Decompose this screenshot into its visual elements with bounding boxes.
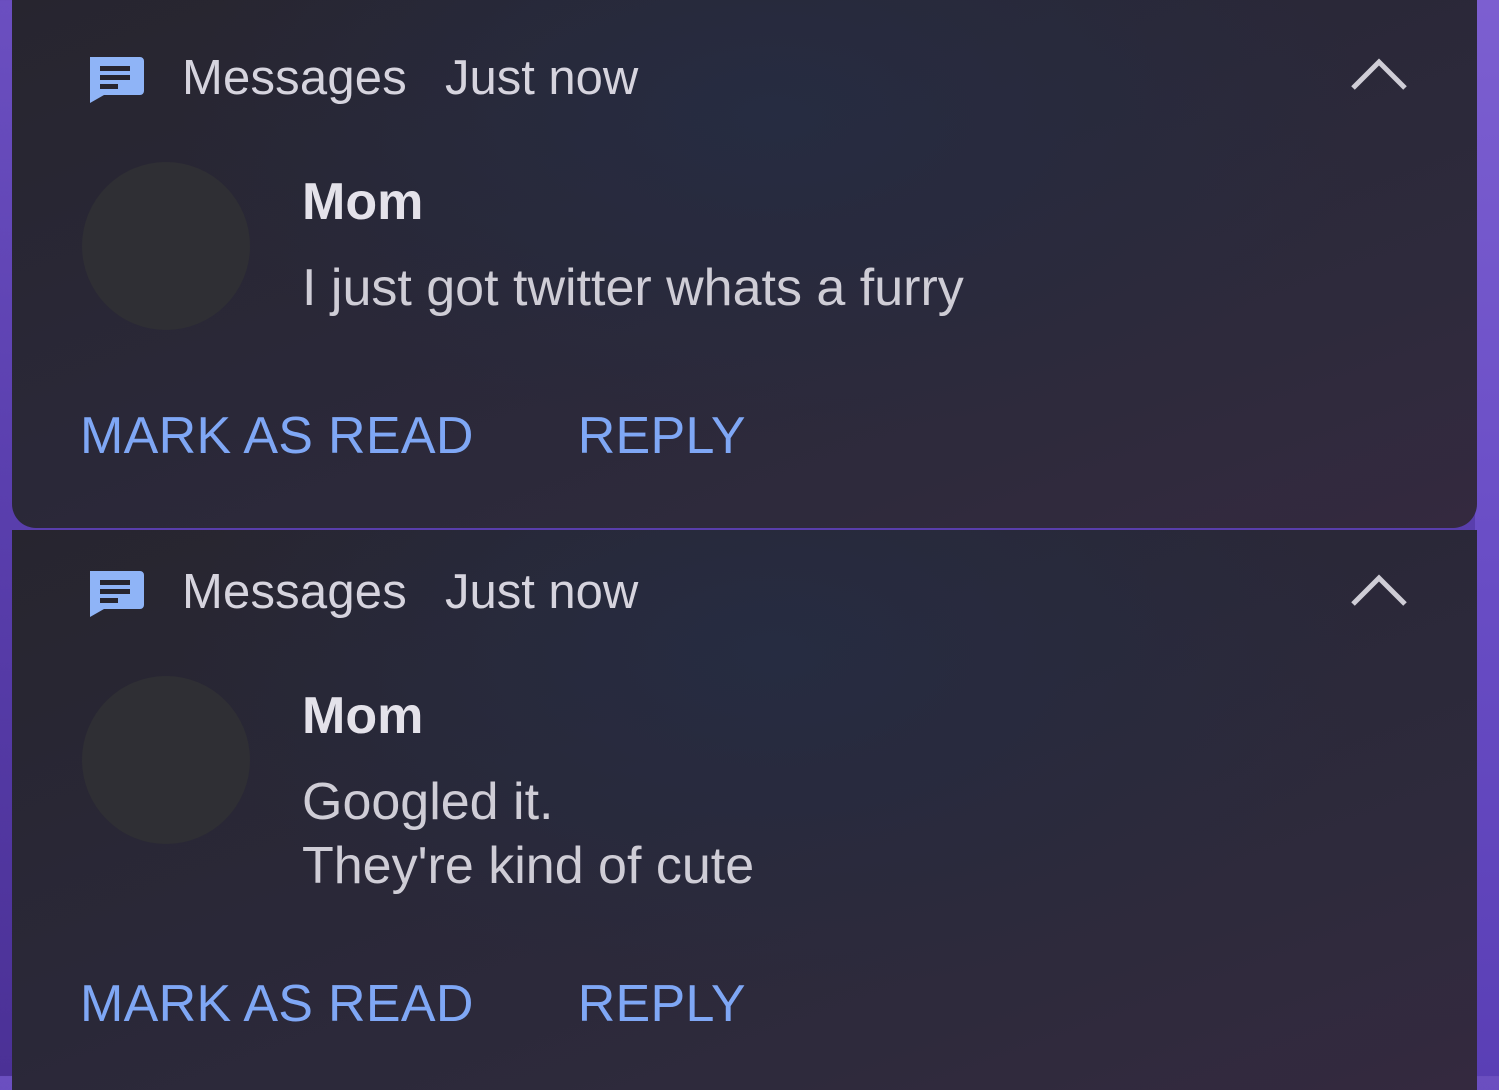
- notification-header: Messages Just now: [84, 564, 638, 620]
- wallpaper: [1475, 0, 1499, 1076]
- notification-actions: MARK AS READ REPLY: [80, 406, 746, 466]
- sender-name: Mom: [302, 687, 424, 745]
- avatar: [82, 676, 250, 844]
- message-line: I just got twitter whats a furry: [302, 259, 964, 317]
- chevron-up-icon: [1351, 58, 1407, 90]
- avatar: [82, 162, 250, 330]
- messages-icon: [84, 567, 146, 617]
- collapse-button[interactable]: [1347, 54, 1411, 94]
- sender-name: Mom: [302, 173, 424, 231]
- mark-as-read-button[interactable]: MARK AS READ: [80, 974, 474, 1034]
- notification-header: Messages Just now: [84, 50, 638, 106]
- message-text: I just got twitter whats a furry: [302, 256, 964, 320]
- app-name: Messages: [182, 565, 407, 619]
- mark-as-read-button[interactable]: MARK AS READ: [80, 406, 474, 466]
- notification-card[interactable]: Messages Just now Mom Googled it. They'r…: [12, 530, 1477, 1090]
- collapse-button[interactable]: [1347, 570, 1411, 610]
- notification-actions: MARK AS READ REPLY: [80, 974, 746, 1034]
- reply-button[interactable]: REPLY: [578, 406, 746, 466]
- timestamp: Just now: [444, 51, 639, 105]
- notification-card[interactable]: Messages Just now Mom I just got twitter…: [12, 0, 1477, 528]
- chevron-up-icon: [1351, 574, 1407, 606]
- app-name: Messages: [182, 51, 407, 105]
- message-text: Googled it. They're kind of cute: [302, 770, 754, 898]
- reply-button[interactable]: REPLY: [578, 974, 746, 1034]
- timestamp: Just now: [444, 565, 639, 619]
- messages-icon: [84, 53, 146, 103]
- message-line: They're kind of cute: [302, 837, 755, 895]
- message-line: Googled it.: [302, 773, 554, 831]
